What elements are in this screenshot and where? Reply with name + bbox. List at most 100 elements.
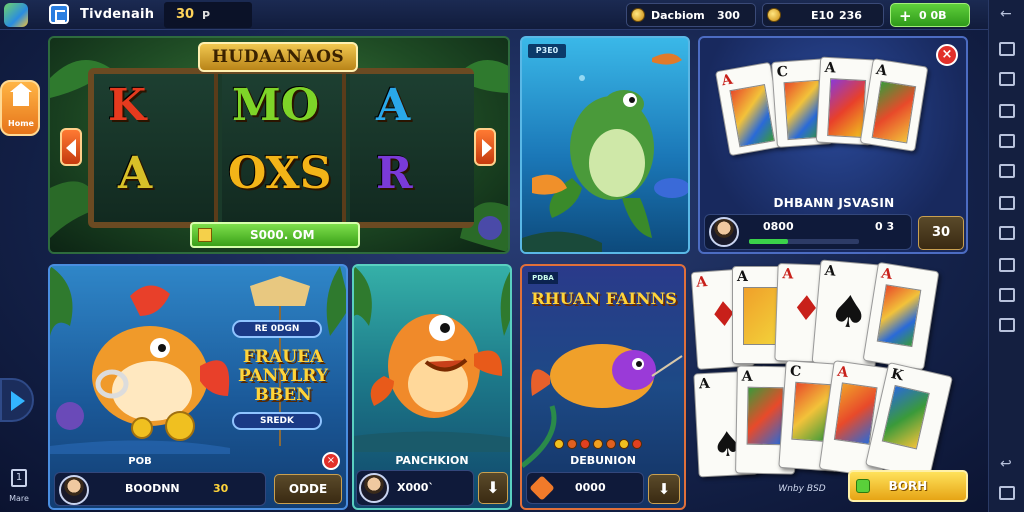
progress-fill [749, 239, 788, 244]
win-amount-button[interactable]: S000. OM [190, 222, 360, 248]
settings-icon[interactable] [999, 226, 1015, 240]
fish-card-name: DEBUNION [570, 454, 636, 467]
back-arrow-icon[interactable]: ← [1000, 6, 1012, 22]
download-button[interactable]: ⬇ [648, 474, 680, 504]
play-now-button[interactable]: BORH [848, 470, 968, 502]
coin-balance-pill-2[interactable]: E10 236 [762, 3, 884, 27]
join-button[interactable]: ODDE [274, 474, 342, 504]
player-panel: X000` [356, 470, 474, 506]
coin-icon [631, 8, 645, 22]
download-button[interactable]: ⬇ [478, 472, 508, 504]
card-game-card[interactable]: × A C A A DHBANN JSVASIN 0800 0 3 30 [698, 36, 968, 254]
add-coins-button[interactable]: + 0 0B [890, 3, 970, 27]
card-rank: A [824, 59, 836, 77]
camera-icon[interactable] [999, 164, 1015, 178]
bet-button[interactable]: 30 [918, 216, 964, 250]
rotate-icon[interactable] [999, 196, 1015, 210]
fish-label-top: RE 0DGN [232, 320, 322, 338]
reward-dot [606, 439, 616, 449]
avatar [359, 473, 389, 503]
coin-balance-pill-1[interactable]: Dacbiom 300 [626, 3, 756, 27]
plus-icon: + [899, 7, 912, 25]
house-icon [10, 83, 32, 106]
fish-game-card[interactable]: P3E0 [520, 36, 690, 254]
recent-icon[interactable] [999, 486, 1015, 500]
fishing-game-card-1[interactable]: RE 0DGN FRAUEA PANYLRY BBEN SREDK POB × … [48, 264, 348, 510]
reward-dot [567, 439, 577, 449]
slot-symbol: R [376, 148, 413, 199]
slot-game-card[interactable]: K MO A A OXS R HUDAANAOS S000. OM [48, 36, 510, 254]
close-button[interactable]: × [936, 44, 958, 66]
play-now-label: BORH [888, 479, 928, 493]
right-toolbar: ← ↩ [988, 0, 1024, 512]
player-name: BOODNN [125, 482, 180, 495]
card-rank: A [695, 274, 708, 291]
card-game-title: DHBANN JSVASIN [773, 196, 895, 210]
balance-unit: P [202, 9, 211, 22]
card-rank: A [698, 375, 711, 393]
card-suit: ♠ [826, 285, 871, 340]
home-outline-icon[interactable] [999, 72, 1015, 86]
home-label: Home [8, 119, 34, 128]
slot-reels-frame: K MO A A OXS R [88, 68, 474, 228]
share-icon[interactable] [999, 134, 1015, 148]
location-icon[interactable] [999, 288, 1015, 302]
screen-icon[interactable] [999, 318, 1015, 332]
back-icon[interactable]: ↩ [1000, 456, 1012, 472]
player-panel: BOODNN 30 [54, 472, 266, 506]
reward-dot [619, 439, 629, 449]
playing-card: A [859, 58, 929, 152]
win-amount: S000. OM [250, 228, 315, 242]
fishing-game-card-2[interactable]: PANCHKION X000` ⬇ [352, 264, 512, 510]
green-fish-illustration [522, 53, 688, 252]
fish-card-name: PANCHKION [395, 454, 469, 467]
home-button[interactable]: Home [0, 80, 40, 136]
chevron-left-icon [66, 139, 76, 157]
progress-bar [749, 239, 859, 244]
next-arrow-button[interactable] [474, 128, 496, 166]
player-score: 0000 [575, 481, 606, 494]
slot-symbol: MO [232, 80, 320, 131]
avatar [59, 475, 89, 505]
reward-dots [554, 434, 645, 453]
face-card-art-icon [876, 284, 922, 348]
player-score-2: 0 3 [875, 220, 895, 233]
reward-dot [632, 439, 642, 449]
card-spread-caption: Wnby BSD [778, 484, 826, 494]
shake-icon[interactable] [999, 258, 1015, 272]
face-card-art-icon [881, 384, 930, 450]
coin-icon [767, 8, 781, 22]
bluestacks-logo-icon[interactable] [4, 3, 28, 27]
pill2-label: E10 [811, 9, 834, 22]
slot-title: HUDAANAOS [211, 47, 345, 67]
balance-value: 30 [176, 7, 195, 22]
face-card-art-icon [827, 78, 867, 138]
more-button[interactable]: 1 Mare [2, 466, 36, 510]
card-rank: K [889, 365, 905, 385]
player-panel: 0000 [526, 472, 644, 504]
reward-dot [554, 439, 564, 449]
prev-arrow-button[interactable] [60, 128, 82, 166]
add-coins-label: 0 0B [919, 9, 947, 22]
card-rank: A [823, 262, 837, 280]
pill2-value: 236 [839, 9, 862, 22]
card-rank: A [741, 368, 753, 385]
slot-symbol: K [108, 80, 147, 131]
face-card-art-icon [743, 287, 779, 345]
face-card-art-icon [729, 84, 775, 148]
slot-symbol: A [376, 80, 411, 131]
pill1-label: Dacbiom [651, 9, 705, 22]
fish-card-name: POB [128, 456, 152, 467]
face-card-art-icon [871, 80, 917, 144]
app-icon [49, 4, 69, 24]
slot-symbol: OXS [228, 148, 332, 199]
card-spread-panel[interactable]: A ♦ A A ♦ A ♠ A A ♠ A C A K Wnby BSD BOR… [690, 259, 982, 510]
fishing-game-card-3[interactable]: PDBA RHUAN FAINNS DEBUNION 0000 ⬇ [520, 264, 686, 510]
card-rank: A [737, 269, 748, 285]
app-title: Tivdenaih [80, 7, 155, 22]
chevron-right-icon [482, 139, 492, 157]
close-button[interactable]: × [322, 452, 340, 470]
fullscreen-icon[interactable] [999, 42, 1015, 56]
keyboard-icon[interactable] [999, 104, 1015, 118]
balance-display: 30 P [164, 2, 252, 28]
